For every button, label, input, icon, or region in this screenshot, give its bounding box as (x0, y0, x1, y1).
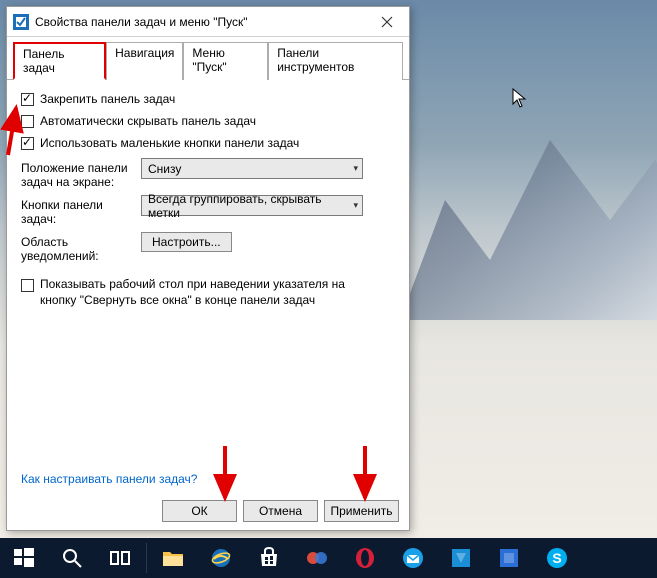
tab-label: Навигация (115, 46, 174, 60)
checkbox-small-buttons[interactable] (21, 137, 34, 150)
chevron-down-icon: ▾ (353, 163, 358, 174)
tab-toolbars[interactable]: Панели инструментов (268, 42, 403, 80)
label-position: Положение панели задач на экране: (21, 158, 141, 189)
label-small-buttons: Использовать маленькие кнопки панели зад… (40, 136, 299, 150)
configure-notification-button[interactable]: Настроить... (141, 232, 232, 252)
button-text: Применить (330, 504, 392, 518)
tab-taskbar[interactable]: Панель задач (13, 42, 106, 80)
label-lock-taskbar: Закрепить панель задач (40, 92, 175, 106)
dialog-buttons: ОК Отмена Применить (162, 500, 399, 522)
apply-button[interactable]: Применить (324, 500, 399, 522)
cursor-icon (512, 88, 528, 113)
tab-startmenu[interactable]: Меню "Пуск" (183, 42, 268, 80)
ie-icon[interactable] (197, 538, 245, 578)
label-buttons: Кнопки панели задач: (21, 195, 141, 226)
tab-navigation[interactable]: Навигация (106, 42, 183, 80)
close-button[interactable] (365, 8, 409, 36)
select-buttons-value: Всегда группировать, скрывать метки (148, 192, 353, 220)
label-autohide: Автоматически скрывать панель задач (40, 114, 256, 128)
tab-strip: Панель задач Навигация Меню "Пуск" Панел… (7, 37, 409, 80)
label-peek-desktop: Показывать рабочий стол при наведении ук… (40, 277, 380, 308)
taskbar-separator (146, 543, 147, 573)
svg-text:S: S (552, 550, 561, 566)
file-explorer-icon[interactable] (149, 538, 197, 578)
opera-icon[interactable] (341, 538, 389, 578)
window-title: Свойства панели задач и меню "Пуск" (35, 15, 365, 29)
taskview-button[interactable] (96, 538, 144, 578)
tab-label: Панель задач (23, 47, 64, 75)
search-button[interactable] (48, 538, 96, 578)
help-link[interactable]: Как настраивать панели задач? (21, 472, 197, 486)
ok-button[interactable]: ОК (162, 500, 237, 522)
titlebar[interactable]: Свойства панели задач и меню "Пуск" (7, 7, 409, 37)
tab-label: Меню "Пуск" (192, 46, 226, 74)
help-link-text: Как настраивать панели задач? (21, 472, 197, 486)
window-icon (13, 14, 29, 30)
button-text: ОК (191, 504, 207, 518)
tab-panel-taskbar: Закрепить панель задач Автоматически скр… (7, 80, 409, 530)
start-button[interactable] (0, 538, 48, 578)
checkbox-autohide[interactable] (21, 115, 34, 128)
taskbar: S (0, 538, 657, 578)
button-text: Отмена (259, 504, 302, 518)
desktop-wallpaper (400, 120, 657, 320)
button-text: Настроить... (152, 235, 221, 249)
app-icon-blue[interactable] (437, 538, 485, 578)
select-position[interactable]: Снизу ▾ (141, 158, 363, 179)
select-position-value: Снизу (148, 162, 181, 176)
checkbox-lock-taskbar[interactable] (21, 93, 34, 106)
skype-icon[interactable]: S (533, 538, 581, 578)
app-icon-blue-2[interactable] (485, 538, 533, 578)
checkbox-peek-desktop[interactable] (21, 279, 34, 292)
chevron-down-icon: ▾ (353, 200, 358, 211)
taskbar-properties-dialog: Свойства панели задач и меню "Пуск" Пане… (6, 6, 410, 531)
tab-label: Панели инструментов (277, 46, 354, 74)
store-icon[interactable] (245, 538, 293, 578)
app-icon-generic[interactable] (293, 538, 341, 578)
label-notification-area: Область уведомлений: (21, 232, 141, 263)
select-buttons[interactable]: Всегда группировать, скрывать метки ▾ (141, 195, 363, 216)
mail-icon[interactable] (389, 538, 437, 578)
cancel-button[interactable]: Отмена (243, 500, 318, 522)
